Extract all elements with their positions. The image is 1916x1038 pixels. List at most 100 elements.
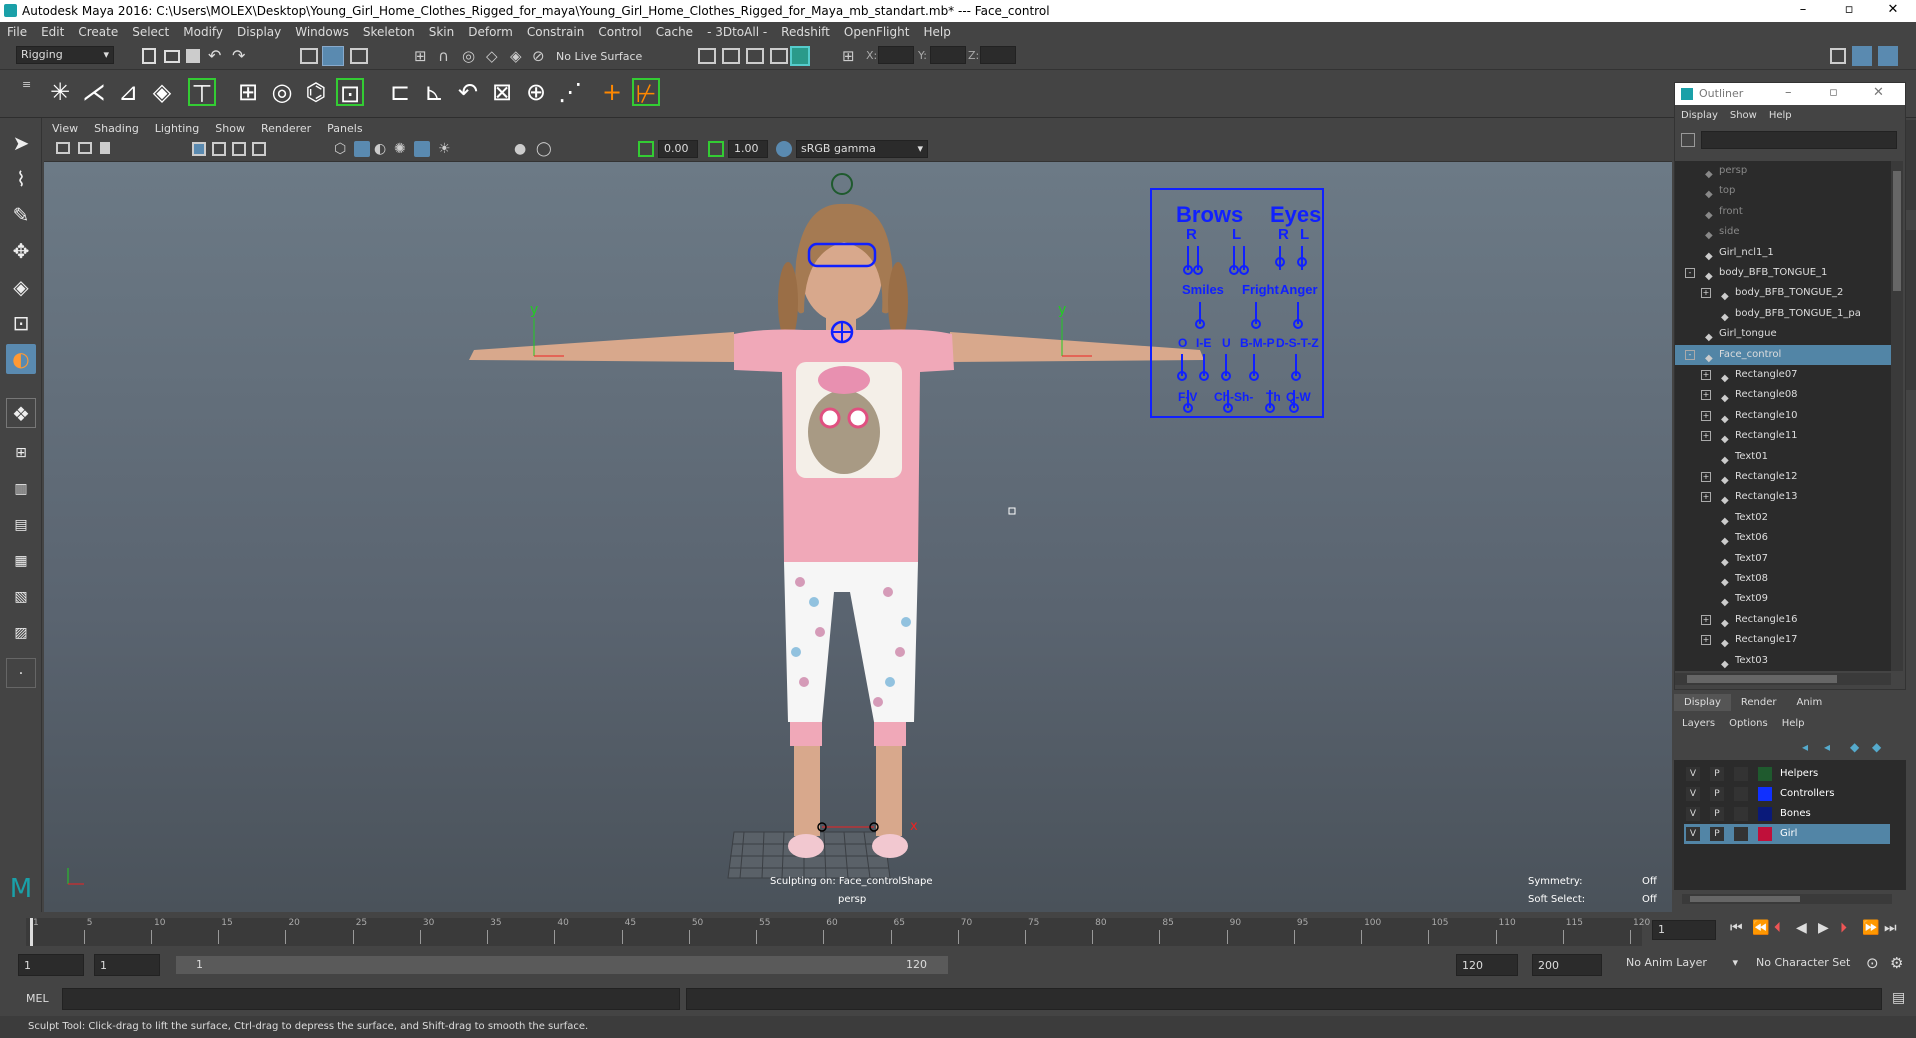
layer-color-swatch[interactable] (1758, 827, 1772, 841)
expand-icon[interactable]: + (1701, 410, 1711, 421)
menu-deform[interactable]: Deform (461, 22, 520, 39)
shelf-menu-icon[interactable]: ≡ (22, 78, 31, 91)
face-sliders[interactable] (1152, 190, 1326, 420)
film-gate-icon[interactable] (212, 142, 226, 156)
menu-skin[interactable]: Skin (422, 22, 462, 39)
select-component-icon[interactable] (350, 48, 368, 64)
point-constraint-icon[interactable]: + (598, 78, 626, 106)
step-back-icon[interactable]: ⏪ (1752, 920, 1769, 936)
mel-label[interactable]: MEL (26, 992, 49, 1005)
outliner-item[interactable]: + ◆ Rectangle07 (1675, 365, 1891, 385)
close-button[interactable]: ✕ (1870, 0, 1916, 22)
hypershade-icon[interactable] (770, 48, 788, 64)
layer-display-type[interactable] (1734, 787, 1748, 801)
snap-grid-icon[interactable]: ⊞ (414, 47, 427, 65)
paint-select-icon[interactable]: ✎ (6, 200, 36, 230)
isolate-icon[interactable]: ● (514, 141, 526, 157)
lattice-icon[interactable]: ⊏ (386, 78, 414, 106)
lasso-tool-icon[interactable]: ⌇ (6, 164, 36, 194)
cluster-icon[interactable]: ⊡ (336, 78, 364, 108)
expand-icon[interactable]: + (1701, 390, 1711, 401)
bookmark-icon[interactable] (100, 142, 110, 154)
x-field[interactable] (878, 46, 914, 64)
layer-display-type[interactable] (1734, 807, 1748, 821)
outliner-item[interactable]: ◆ Text09 (1675, 589, 1891, 609)
move-layer-down-icon[interactable]: ◆ (1872, 740, 1881, 754)
parent-constraint-icon[interactable]: ⊬ (632, 78, 660, 108)
new-scene-icon[interactable] (142, 48, 156, 64)
outliner-item[interactable]: + ◆ Rectangle08 (1675, 385, 1891, 405)
live-surface-label[interactable]: No Live Surface (556, 50, 642, 63)
color-management-icon[interactable] (776, 141, 792, 157)
layout-custom-icon[interactable]: ▨ (6, 618, 36, 648)
bind-skin-icon[interactable]: ⊤ (188, 78, 216, 108)
layer-menu-help[interactable]: Help (1774, 716, 1811, 729)
layer-playback-toggle[interactable]: P (1710, 807, 1724, 821)
outliner-close-button[interactable]: ✕ (1873, 85, 1884, 100)
menu-constrain[interactable]: Constrain (520, 22, 592, 39)
camera-select-icon[interactable] (56, 142, 70, 154)
undo-icon[interactable]: ↶ (208, 46, 221, 65)
use-lights-icon[interactable]: ✺ (394, 141, 406, 157)
playback-start-field[interactable]: 1 (94, 954, 160, 976)
outliner-item[interactable]: ◆ Text01 (1675, 447, 1891, 467)
menu-help[interactable]: Help (916, 22, 957, 39)
outliner-item[interactable]: + ◆ Rectangle11 (1675, 426, 1891, 446)
layer-color-swatch[interactable] (1758, 787, 1772, 801)
layout-hypershade-icon[interactable]: ▧ (6, 582, 36, 612)
layout-two-icon[interactable]: ▥ (6, 474, 36, 504)
outliner-menu-display[interactable]: Display (1675, 107, 1724, 121)
move-tool-icon[interactable]: ✥ (6, 236, 36, 266)
smooth-bind-icon[interactable]: ⊞ (234, 78, 262, 106)
outliner-item[interactable]: - ◆ Face_control (1675, 344, 1891, 365)
select-hierarchy-icon[interactable] (300, 48, 318, 64)
menu-skeleton[interactable]: Skeleton (356, 22, 422, 39)
menu-select[interactable]: Select (125, 22, 176, 39)
outliner-maximize-button[interactable]: ▫ (1829, 85, 1838, 100)
script-editor-icon[interactable]: ▤ (1892, 990, 1905, 1006)
aa-icon[interactable]: ◯ (536, 141, 552, 157)
new-layer-selected-icon[interactable]: ◂ (1824, 740, 1830, 754)
outliner-item[interactable]: ◆ Text08 (1675, 569, 1891, 589)
channel-box-tab[interactable] (1906, 230, 1916, 390)
grid-toggle-icon[interactable] (192, 142, 206, 156)
outliner-menu-help[interactable]: Help (1763, 107, 1798, 121)
prev-key-icon[interactable]: ⏴ (1774, 920, 1781, 936)
menu-create[interactable]: Create (71, 22, 125, 39)
exposure-field[interactable]: 0.00 (658, 140, 698, 158)
paint-weights-icon[interactable]: ⌬ (302, 78, 330, 106)
snap-live-icon[interactable]: ⊘ (532, 47, 545, 65)
viewport-menu-shading[interactable]: Shading (86, 120, 147, 137)
menu-display[interactable]: Display (230, 22, 288, 39)
next-key-icon[interactable]: ⏵ (1840, 920, 1847, 936)
textured-icon[interactable]: ◐ (374, 141, 386, 157)
show-manipulator-icon[interactable]: ❖ (6, 398, 36, 428)
menu-redshift[interactable]: Redshift (774, 22, 837, 39)
layout-single-icon[interactable]: ⊞ (6, 438, 36, 468)
layer-row[interactable]: V P Helpers (1684, 764, 1890, 784)
safe-action-icon[interactable] (252, 142, 266, 156)
time-slider-track[interactable]: 1 5 10 15 20 25 30 35 40 45 50 55 60 65 70 75 80 85 90 95 10… (26, 918, 1650, 946)
expand-icon[interactable]: + (1701, 288, 1711, 299)
expand-icon[interactable]: + (1701, 492, 1711, 503)
outliner-item[interactable]: ◆ Girl_ncl1_1 (1675, 243, 1891, 263)
layer-display-type[interactable] (1734, 827, 1748, 841)
outliner-hscrollbar[interactable] (1675, 673, 1891, 685)
wire-icon[interactable]: ↶ (454, 78, 482, 106)
outliner-item[interactable]: ◆ side (1675, 222, 1891, 242)
current-time-indicator[interactable] (30, 918, 33, 946)
layer-color-swatch[interactable] (1758, 807, 1772, 821)
go-to-start-icon[interactable]: ⏮ (1730, 920, 1743, 936)
render-icon[interactable] (698, 48, 716, 64)
redo-icon[interactable]: ↷ (232, 46, 245, 65)
expand-icon[interactable]: + (1701, 431, 1711, 442)
outliner-item[interactable]: ◆ front (1675, 202, 1891, 222)
select-tool-icon[interactable]: ➤ (6, 128, 36, 158)
attribute-editor-tab[interactable] (1906, 120, 1916, 210)
ipr-render-icon[interactable] (722, 48, 740, 64)
render-view-icon[interactable] (790, 46, 810, 66)
layer-row[interactable]: V P Girl (1684, 824, 1890, 844)
ik-handle-icon[interactable]: ⊿ (114, 78, 142, 106)
interactive-bind-icon[interactable]: ◎ (268, 78, 296, 106)
anim-layer-dropdown[interactable]: No Anim Layer ▾ (1622, 955, 1740, 975)
